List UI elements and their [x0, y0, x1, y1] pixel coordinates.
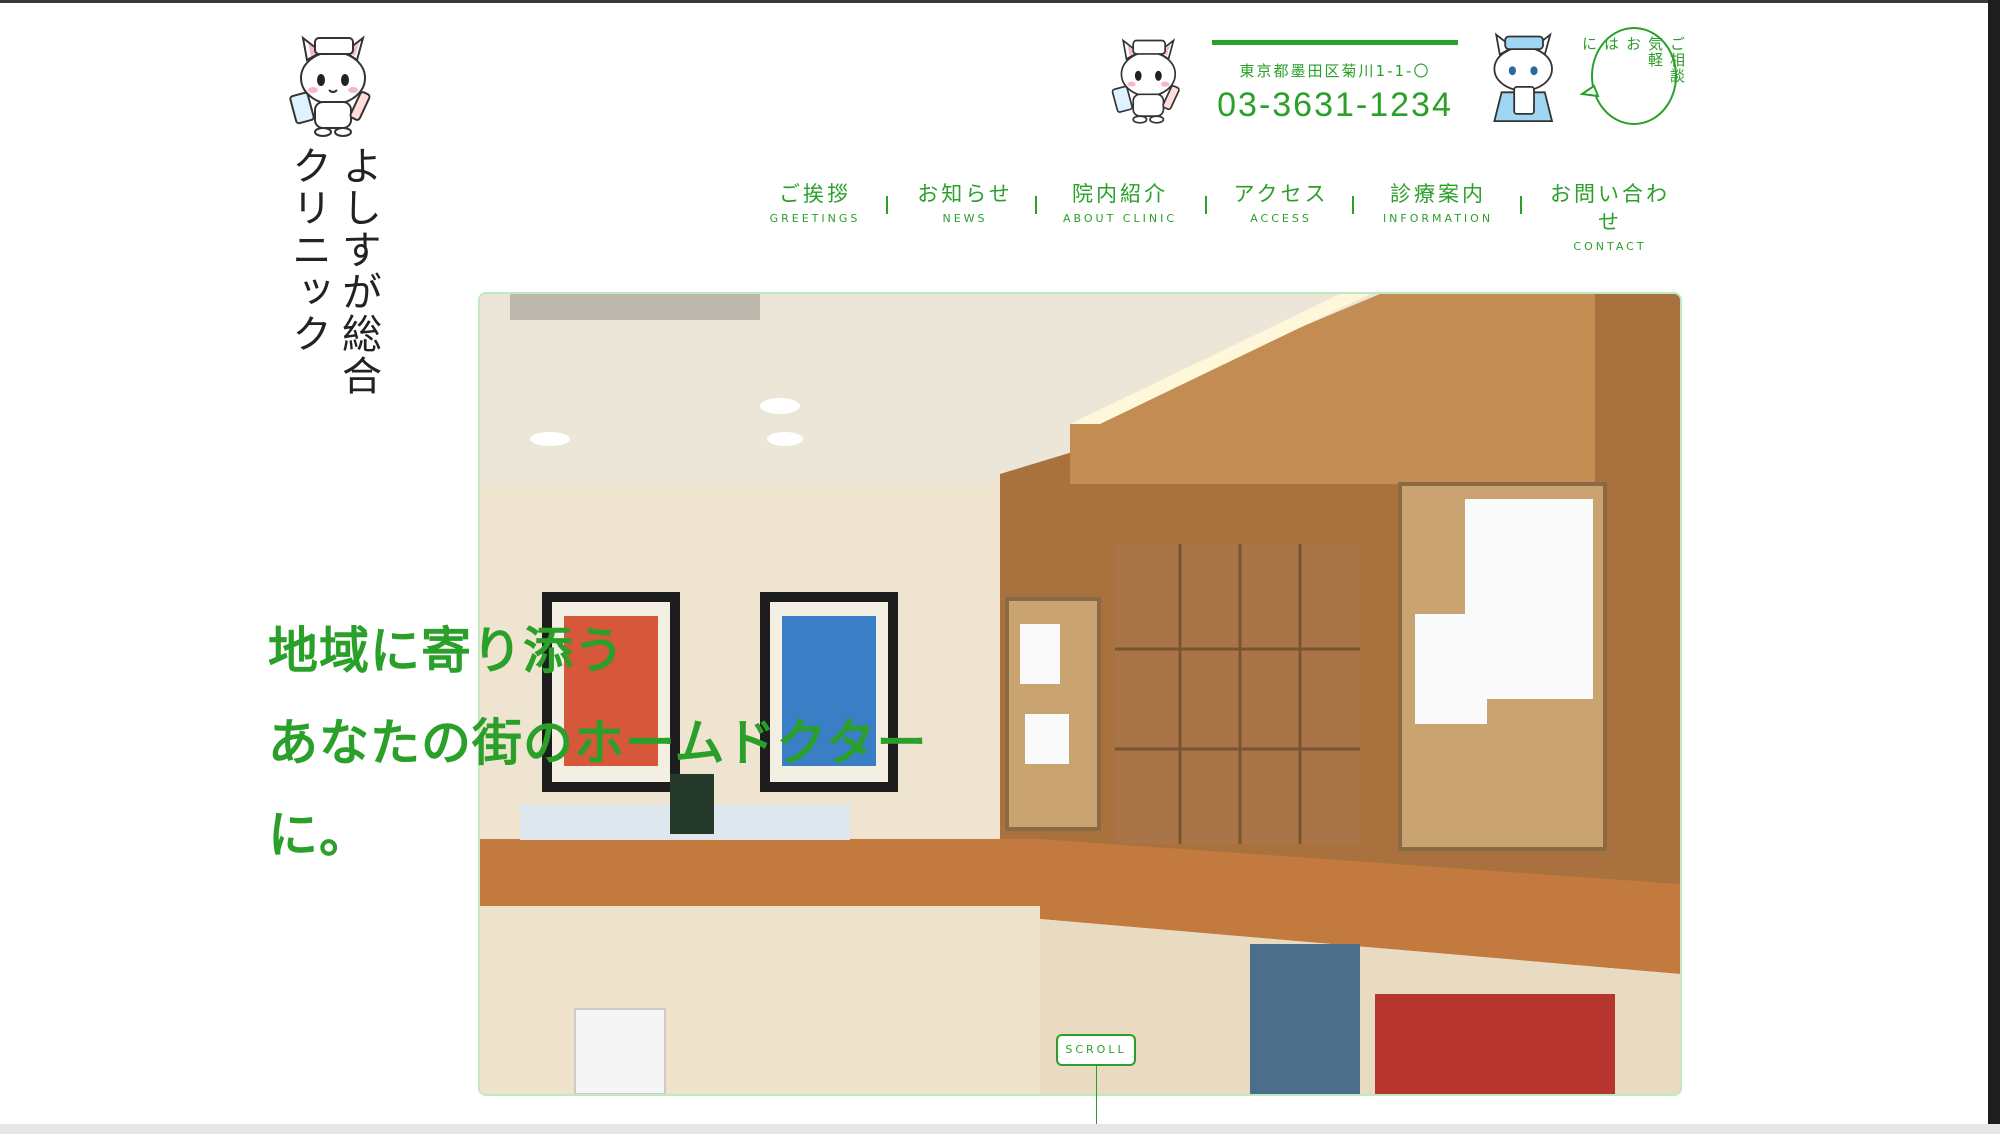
- catchphrase-line-2: あなたの街のホームドクターに。: [268, 714, 928, 864]
- nurse-cat-icon: [1108, 28, 1192, 132]
- bubble-col-5: に: [1580, 36, 1598, 52]
- horizontal-scrollbar[interactable]: [0, 1124, 2000, 1134]
- nav-greetings[interactable]: ご挨拶 GREETINGS: [760, 180, 870, 230]
- phone-number[interactable]: 03-3631-1234: [1212, 86, 1458, 125]
- nav-news[interactable]: お知らせ NEWS: [910, 180, 1020, 230]
- scroll-indicator-line: [1096, 1064, 1097, 1124]
- bubble-col-4: は: [1602, 36, 1620, 52]
- nav-access[interactable]: アクセス ACCESS: [1226, 180, 1336, 230]
- main-navigation: ご挨拶 GREETINGS お知らせ NEWS 院内紹介 ABOUT CLINI…: [760, 180, 1680, 253]
- bubble-col-1: ご相談: [1668, 36, 1686, 84]
- hero-catchphrase: 地域に寄り添う あなたの街のホームドクターに。: [268, 605, 1028, 881]
- clinic-address: 東京都墨田区菊川1-1-〇: [1239, 62, 1431, 80]
- nav-information[interactable]: 診療案内 INFORMATION: [1374, 180, 1502, 230]
- consultation-speech-bubble: ご相談 気軽 お は に: [1580, 24, 1686, 128]
- bubble-col-2: 気軽: [1646, 36, 1664, 68]
- bubble-col-3: お: [1624, 36, 1642, 52]
- header-contact-info: 東京都墨田区菊川1-1-〇 03-3631-1234: [1212, 40, 1458, 130]
- nav-separator: [1520, 196, 1522, 214]
- window-top-edge: [0, 0, 2000, 3]
- logo-line-2: クリニック: [285, 145, 331, 355]
- nav-separator: [1352, 196, 1354, 214]
- nav-separator: [886, 196, 888, 214]
- blue-nurse-cat-icon: [1480, 24, 1570, 130]
- nav-about-clinic[interactable]: 院内紹介 ABOUT CLINIC: [1056, 180, 1184, 230]
- nav-contact[interactable]: お問い合わせ CONTACT: [1540, 180, 1680, 253]
- logo-line-1: よしすが総合: [335, 145, 381, 397]
- catchphrase-line-1: 地域に寄り添う: [268, 622, 625, 680]
- window-right-edge: [1988, 0, 2000, 1134]
- nav-separator: [1205, 196, 1207, 214]
- clinic-logo-text[interactable]: よしすが総合 クリニック: [282, 145, 382, 445]
- contact-accent-bar: [1212, 40, 1458, 45]
- nurse-cat-logo-icon[interactable]: [285, 30, 385, 140]
- scroll-button[interactable]: SCROLL: [1056, 1034, 1136, 1066]
- nav-separator: [1035, 196, 1037, 214]
